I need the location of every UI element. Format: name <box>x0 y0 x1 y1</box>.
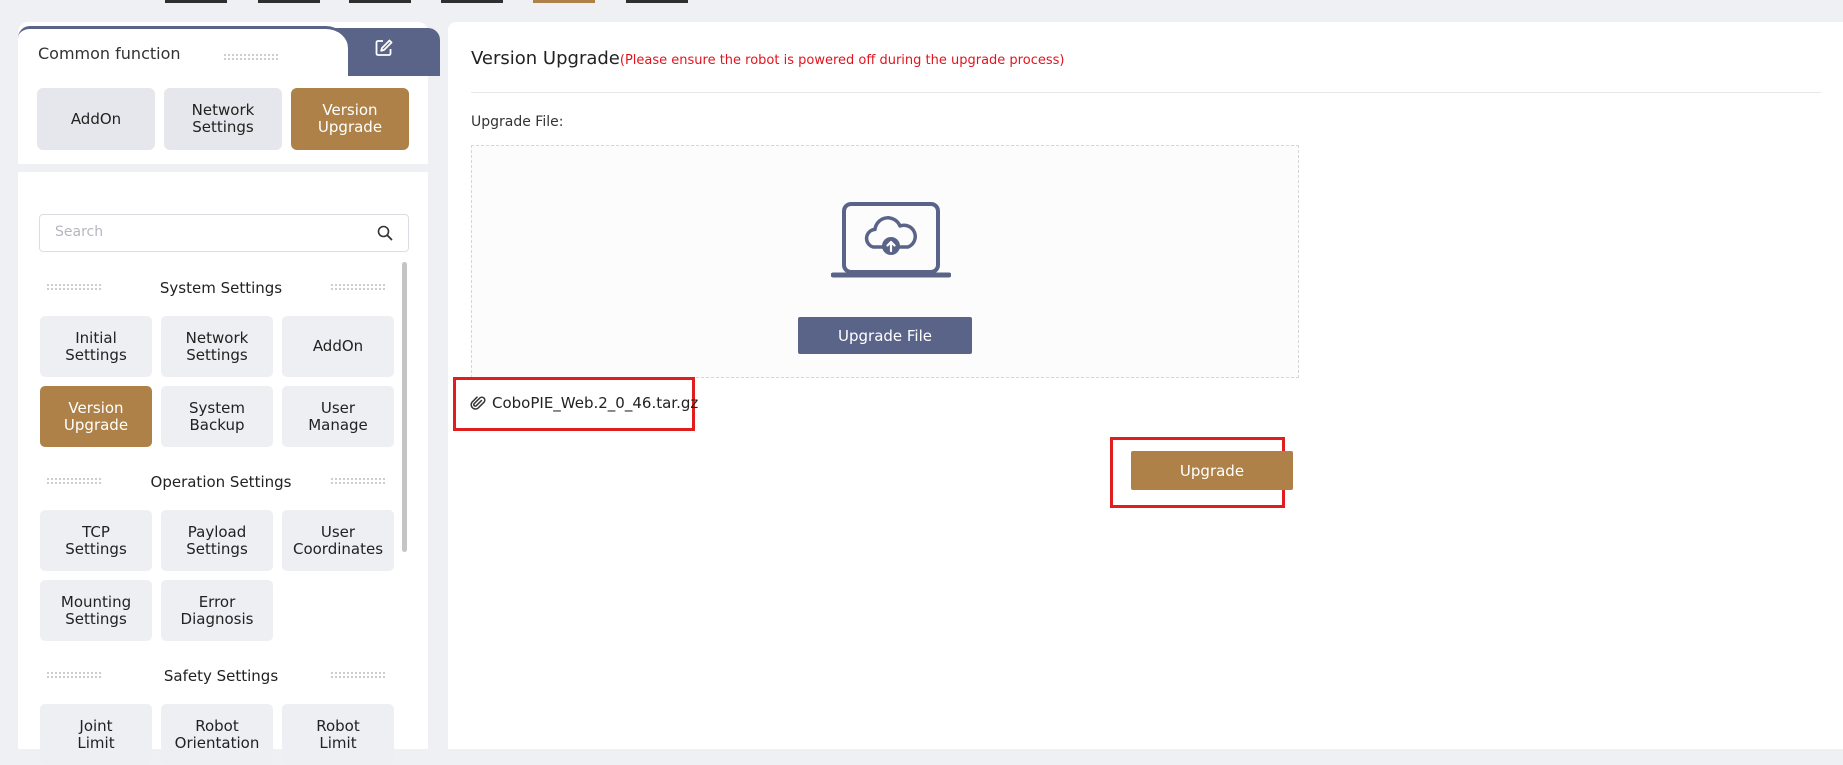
search-placeholder: Search <box>55 224 104 240</box>
fav-version-upgrade-button[interactable]: Version Upgrade <box>291 88 409 150</box>
decorative-dots <box>330 671 386 679</box>
top-bar <box>0 0 1843 10</box>
upgrade-file-label: Upgrade File: <box>471 114 564 130</box>
page-title: Version Upgrade(Please ensure the robot … <box>471 48 1064 69</box>
menu-item-payload-settings[interactable]: Payload Settings <box>161 510 273 571</box>
top-tab-3[interactable] <box>349 0 411 3</box>
menu-item-label: User Manage <box>308 398 368 434</box>
upgrade-button[interactable]: Upgrade <box>1131 451 1293 490</box>
menu-item-label: Initial Settings <box>65 328 127 364</box>
menu-item-joint-limit[interactable]: Joint Limit <box>40 704 152 765</box>
menu-item-addon[interactable]: AddOn <box>282 316 394 377</box>
menu-item-label: Robot Limit <box>316 716 360 752</box>
menu-item-label: Version Upgrade <box>63 398 129 434</box>
fav-addon-label: AddOn <box>70 109 122 128</box>
fav-version-upgrade-label: Version Upgrade <box>317 101 383 136</box>
upgrade-file-button[interactable]: Upgrade File <box>798 317 972 354</box>
common-function-title: Common function <box>38 44 181 63</box>
menu-item-label: TCP Settings <box>65 522 127 558</box>
search-input[interactable]: Search <box>39 214 409 252</box>
decorative-dots <box>46 671 102 679</box>
menu-item-label: AddOn <box>312 337 364 355</box>
page-title-text: Version Upgrade <box>471 48 620 69</box>
menu-item-network-settings[interactable]: Network Settings <box>161 316 273 377</box>
main-panel: Version Upgrade(Please ensure the robot … <box>448 22 1843 749</box>
menu-item-user-manage[interactable]: User Manage <box>282 386 394 447</box>
section-title-operation-settings: Operation Settings <box>150 473 292 491</box>
common-function-card: Common function AddOn Network Settings V… <box>18 22 440 164</box>
settings-menu: Search System Settings Initial Settings … <box>18 172 428 765</box>
decorative-dots <box>330 283 386 291</box>
menu-item-version-upgrade[interactable]: Version Upgrade <box>40 386 152 447</box>
power-off-warning: (Please ensure the robot is powered off … <box>619 53 1065 68</box>
upload-dropzone[interactable]: Upgrade File <box>471 145 1299 378</box>
menu-item-label: Error Diagnosis <box>180 592 254 628</box>
menu-item-robot-limit[interactable]: Robot Limit <box>282 704 394 765</box>
upgrade-button-highlight: Upgrade <box>1110 437 1293 508</box>
menu-item-initial-settings[interactable]: Initial Settings <box>40 316 152 377</box>
decorative-dots <box>46 283 102 291</box>
menu-scrollbar[interactable] <box>402 262 407 552</box>
decorative-dots <box>330 477 386 485</box>
paperclip-icon <box>470 396 486 410</box>
menu-item-label: Network Settings <box>185 328 249 364</box>
menu-item-label: System Backup <box>189 398 245 434</box>
decorative-dots <box>223 53 279 61</box>
cloud-upload-laptop-icon <box>831 202 951 278</box>
menu-item-tcp-settings[interactable]: TCP Settings <box>40 510 152 571</box>
menu-item-system-backup[interactable]: System Backup <box>161 386 273 447</box>
left-panel: Common function AddOn Network Settings V… <box>18 22 440 765</box>
divider <box>471 92 1821 93</box>
menu-item-mounting-settings[interactable]: Mounting Settings <box>40 580 152 641</box>
menu-item-user-coordinates[interactable]: User Coordinates <box>282 510 394 571</box>
menu-item-error-diagnosis[interactable]: Error Diagnosis <box>161 580 273 641</box>
selected-file-name: CoboPIE_Web.2_0_46.tar.gz <box>492 394 699 412</box>
top-tab-2[interactable] <box>258 0 320 3</box>
selected-file-item[interactable]: CoboPIE_Web.2_0_46.tar.gz <box>453 377 699 431</box>
fav-network-settings-label: Network Settings <box>191 101 255 136</box>
search-icon[interactable] <box>377 225 393 241</box>
top-tab-6[interactable] <box>626 0 688 3</box>
fav-network-settings-button[interactable]: Network Settings <box>164 88 282 150</box>
menu-item-label: Robot Orientation <box>174 716 260 752</box>
decorative-dots <box>46 477 102 485</box>
top-tab-5-active[interactable] <box>533 0 595 3</box>
top-tab-1[interactable] <box>165 0 227 3</box>
fav-addon-button[interactable]: AddOn <box>37 88 155 150</box>
menu-item-label: Mounting Settings <box>60 592 132 628</box>
menu-item-label: Joint Limit <box>77 716 115 752</box>
top-tab-4[interactable] <box>441 0 503 3</box>
menu-item-robot-orientation[interactable]: Robot Orientation <box>161 704 273 765</box>
menu-item-label: User Coordinates <box>292 522 384 558</box>
menu-item-label: Payload Settings <box>186 522 248 558</box>
edit-icon[interactable] <box>374 38 394 58</box>
section-title-safety-settings: Safety Settings <box>163 667 279 685</box>
section-title-system-settings: System Settings <box>159 279 283 297</box>
